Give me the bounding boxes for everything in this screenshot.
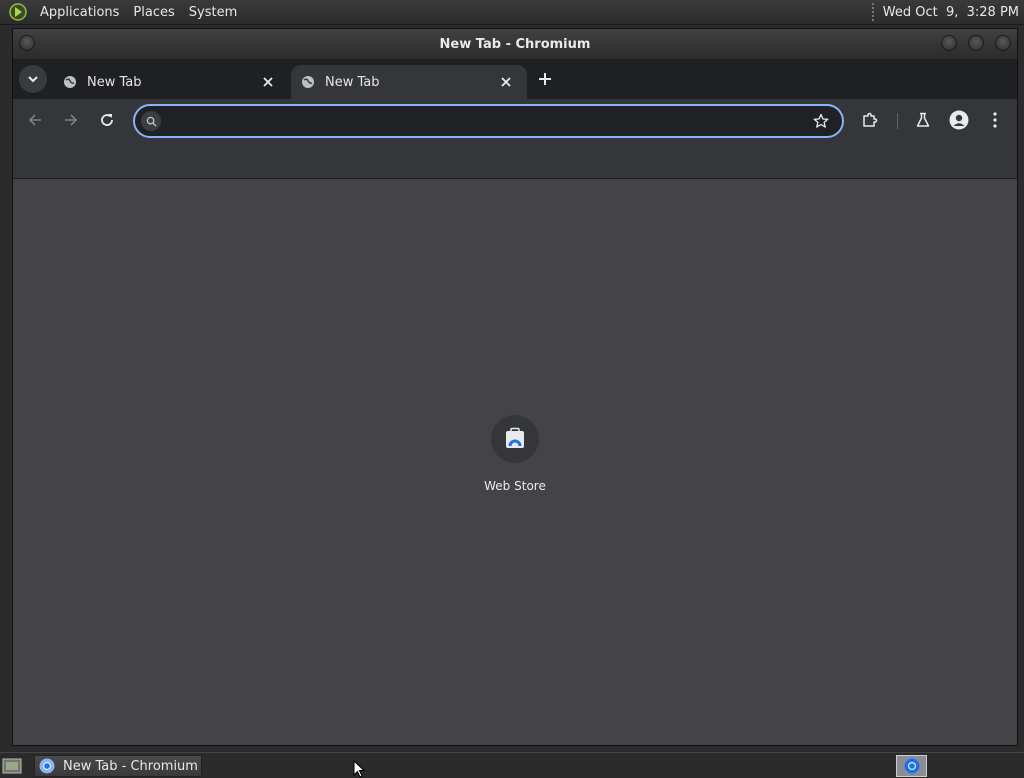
window-title: New Tab - Chromium <box>439 36 591 52</box>
menu-system[interactable]: System <box>182 5 244 20</box>
bookmark-star-button[interactable] <box>812 112 830 130</box>
profile-button[interactable] <box>947 108 971 132</box>
labs-button[interactable] <box>911 108 935 132</box>
tab-title: New Tab <box>87 74 142 90</box>
tab-new-tab-2[interactable]: New Tab <box>291 65 527 99</box>
globe-icon <box>64 76 76 88</box>
toolbar-separator <box>897 113 898 129</box>
maximize-button[interactable] <box>968 35 984 51</box>
new-tab-button[interactable] <box>533 67 557 91</box>
tab-strip: New Tab New Tab <box>13 59 1017 99</box>
address-input[interactable] <box>169 110 789 132</box>
close-tab-button[interactable] <box>259 73 277 91</box>
globe-icon <box>302 76 314 88</box>
close-icon <box>501 77 511 87</box>
address-bar[interactable] <box>133 104 844 138</box>
app-menu-logo-icon[interactable] <box>8 2 28 22</box>
arrow-left-icon <box>28 114 41 126</box>
taskbar-item-chromium[interactable]: New Tab - Chromium <box>34 755 202 777</box>
tab-title: New Tab <box>325 74 380 90</box>
chromium-icon <box>904 758 919 774</box>
shortcut-tile[interactable] <box>491 415 539 463</box>
back-button[interactable] <box>23 108 47 132</box>
browser-window: New Tab - Chromium New Tab New Tab Web S… <box>12 28 1018 746</box>
taskbar-item-label: New Tab - Chromium <box>63 758 198 774</box>
star-icon <box>813 113 829 128</box>
new-tab-page: Web Store <box>13 179 1017 745</box>
search-icon <box>141 111 161 131</box>
browser-toolbar <box>13 99 1017 141</box>
mouse-cursor-icon <box>353 760 365 778</box>
tab-new-tab-1[interactable]: New Tab <box>53 65 289 99</box>
workspace-switcher[interactable] <box>896 755 927 777</box>
avatar-icon <box>949 110 969 130</box>
browser-menu-button[interactable] <box>983 108 1007 132</box>
clock[interactable]: Wed Oct 9, 3:28 PM <box>883 5 1024 20</box>
chevron-down-icon <box>28 76 38 83</box>
forward-button[interactable] <box>59 108 83 132</box>
close-icon <box>263 77 273 87</box>
bottom-taskbar: New Tab - Chromium <box>0 752 1024 778</box>
window-menu-button[interactable] <box>19 35 35 51</box>
plus-icon <box>539 73 551 85</box>
puzzle-piece-icon <box>863 112 878 127</box>
shortcut-web-store[interactable]: Web Store <box>465 415 565 493</box>
flask-icon <box>916 112 930 127</box>
menu-applications[interactable]: Applications <box>33 5 126 20</box>
reload-button[interactable] <box>95 108 119 132</box>
bookmarks-bar <box>13 141 1017 179</box>
minimize-button[interactable] <box>941 35 957 51</box>
window-titlebar[interactable]: New Tab - Chromium <box>13 29 1017 59</box>
shortcut-label: Web Store <box>484 479 546 493</box>
panel-separator <box>871 3 875 21</box>
close-window-button[interactable] <box>995 35 1011 51</box>
kebab-menu-icon <box>993 112 997 128</box>
show-desktop-icon[interactable] <box>2 757 22 775</box>
close-tab-button[interactable] <box>497 73 515 91</box>
tab-search-button[interactable] <box>19 65 47 93</box>
chromium-icon <box>39 758 55 774</box>
top-panel: Applications Places System Wed Oct 9, 3:… <box>0 0 1024 25</box>
extensions-button[interactable] <box>858 108 882 132</box>
menu-places[interactable]: Places <box>126 5 181 20</box>
arrow-right-icon <box>65 114 78 126</box>
web-store-icon <box>506 427 524 448</box>
reload-icon <box>101 114 113 126</box>
